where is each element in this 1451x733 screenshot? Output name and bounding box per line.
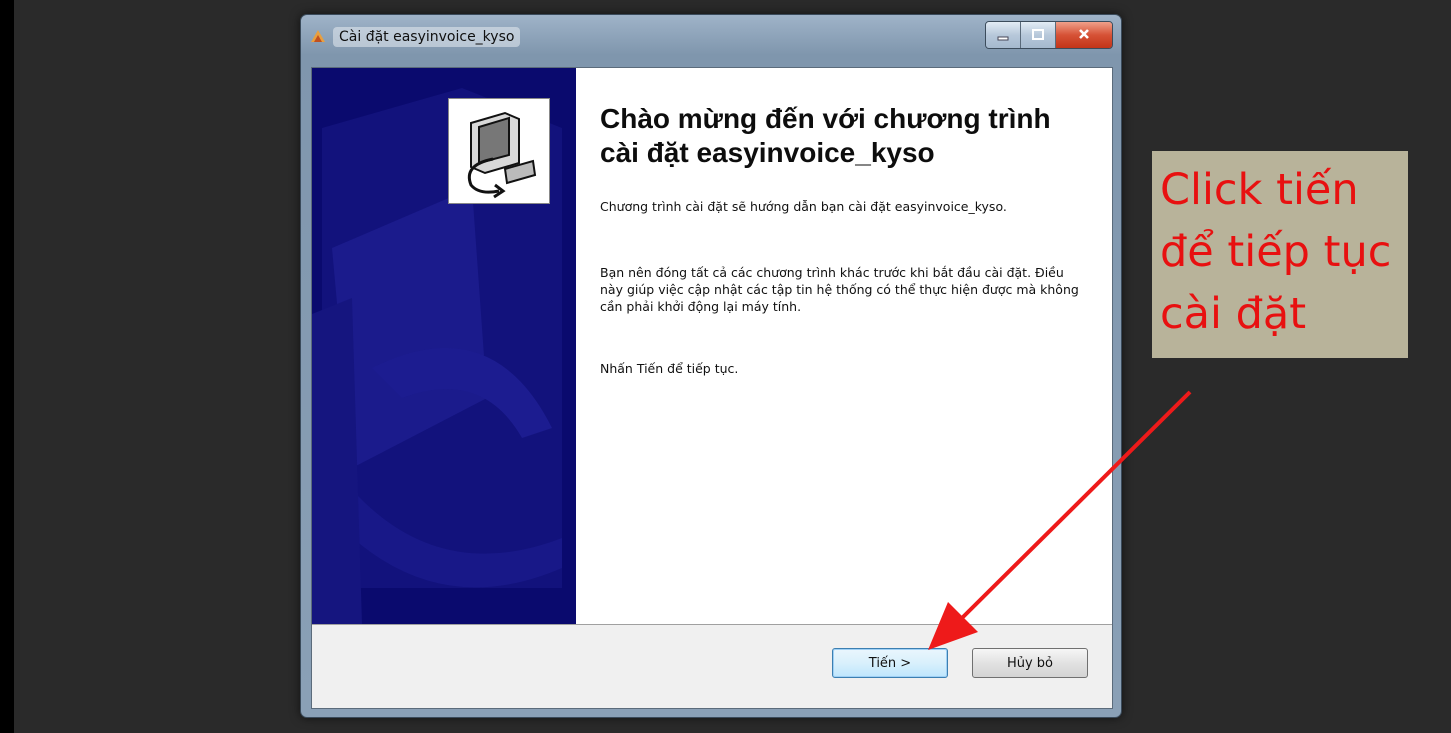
installer-app-icon: [309, 28, 327, 46]
intro-paragraph: Chương trình cài đặt sẽ hướng dẫn bạn cà…: [600, 199, 1007, 214]
minimize-button[interactable]: [986, 22, 1021, 48]
computer-install-icon: [448, 98, 550, 204]
installer-window: Cài đặt easyinvoice_kyso Chào mừng đến v…: [300, 14, 1122, 718]
annotation-text: Click tiến để tiếp tục cài đặt: [1160, 165, 1392, 339]
wizard-content: Chào mừng đến với chương trình cài đặt e…: [576, 68, 1112, 624]
maximize-icon: [1031, 26, 1045, 45]
close-button[interactable]: [1056, 22, 1112, 48]
maximize-button[interactable]: [1021, 22, 1056, 48]
annotation-callout: Click tiến để tiếp tục cài đặt: [1152, 151, 1408, 358]
window-title: Cài đặt easyinvoice_kyso: [333, 27, 521, 47]
cancel-button[interactable]: Hủy bỏ: [972, 648, 1088, 678]
footer-divider: [312, 624, 1112, 625]
welcome-heading: Chào mừng đến với chương trình cài đặt e…: [600, 103, 1051, 168]
instruction-paragraph: Nhấn Tiến để tiếp tục.: [600, 361, 739, 376]
next-button[interactable]: Tiến >: [832, 648, 948, 678]
caption-buttons: [985, 21, 1113, 49]
advice-paragraph: Bạn nên đóng tất cả các chương trình khá…: [600, 265, 1079, 314]
title-bar[interactable]: Cài đặt easyinvoice_kyso: [301, 15, 1121, 63]
wizard-client-area: Chào mừng đến với chương trình cài đặt e…: [311, 67, 1113, 709]
wizard-banner: [312, 68, 576, 624]
close-icon: [1077, 26, 1091, 45]
minimize-icon: [996, 26, 1010, 45]
